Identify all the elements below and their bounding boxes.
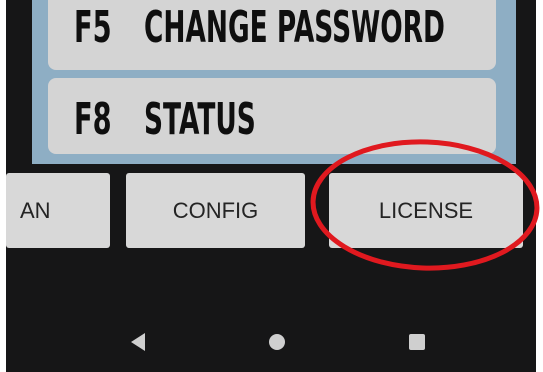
android-navigation-bar (6, 312, 536, 372)
menu-item-label: STATUS (144, 94, 256, 145)
menu-item-label: CHANGE PASSWORD (144, 2, 445, 53)
menu-item-status[interactable]: F8 STATUS (48, 78, 496, 154)
recents-icon[interactable] (409, 334, 425, 350)
menu-item-key: F8 (74, 94, 112, 145)
tab-scan-label: AN (20, 197, 51, 223)
back-icon[interactable] (126, 330, 150, 354)
menu-item-change-password[interactable]: F5 CHANGE PASSWORD (48, 0, 496, 70)
config-button[interactable]: CONFIG (126, 173, 305, 248)
tab-scan-button[interactable]: AN (6, 173, 110, 248)
menu-item-key: F5 (74, 2, 112, 53)
config-button-label: CONFIG (172, 197, 259, 223)
license-button[interactable]: LICENSE (329, 173, 523, 248)
device-screen: F5 CHANGE PASSWORD F8 STATUS AN CONFIG L… (6, 0, 536, 372)
menu-panel: F5 CHANGE PASSWORD F8 STATUS (32, 0, 516, 164)
license-button-label: LICENSE (378, 197, 474, 223)
home-icon[interactable] (269, 334, 285, 350)
screenshot-stage: F5 CHANGE PASSWORD F8 STATUS AN CONFIG L… (0, 0, 543, 372)
